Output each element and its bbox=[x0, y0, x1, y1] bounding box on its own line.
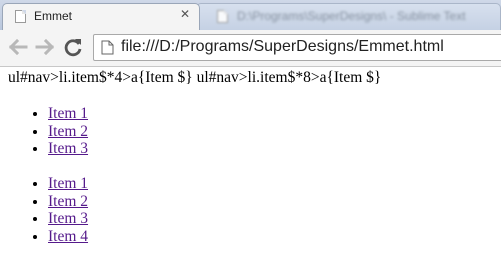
page-content: ul#nav>li.item$*4>a{Item $} ul#nav>li.it… bbox=[0, 67, 501, 258]
page-icon bbox=[15, 10, 26, 23]
tab-title: Emmet bbox=[34, 9, 73, 23]
item-link[interactable]: Item 2 bbox=[48, 193, 88, 210]
tab-active[interactable]: Emmet ✕ bbox=[2, 3, 200, 30]
tab-inactive[interactable]: D:\Programs\SuperDesigns\ - Sublime Text bbox=[196, 3, 501, 30]
back-arrow-icon bbox=[8, 38, 28, 56]
item-link[interactable]: Item 2 bbox=[48, 123, 88, 140]
item-link[interactable]: Item 4 bbox=[48, 228, 88, 245]
item-link[interactable]: Item 3 bbox=[48, 140, 88, 157]
item-link[interactable]: Item 1 bbox=[48, 175, 88, 192]
browser-toolbar: file:///D:/Programs/SuperDesigns/Emmet.h… bbox=[0, 30, 501, 67]
address-bar[interactable]: file:///D:/Programs/SuperDesigns/Emmet.h… bbox=[93, 34, 501, 61]
reload-button[interactable] bbox=[62, 36, 84, 58]
close-icon[interactable]: ✕ bbox=[180, 7, 190, 21]
url-text: file:///D:/Programs/SuperDesigns/Emmet.h… bbox=[121, 38, 444, 55]
tab-title: D:\Programs\SuperDesigns\ - Sublime Text bbox=[237, 9, 466, 23]
forward-button[interactable] bbox=[34, 36, 56, 58]
list-item: Item 4 bbox=[48, 228, 88, 246]
reload-icon bbox=[64, 39, 82, 57]
nav-list: Item 1 Item 2 Item 3 bbox=[0, 105, 88, 158]
list-item: Item 3 bbox=[48, 140, 88, 158]
list-item: Item 2 bbox=[48, 193, 88, 211]
page-icon bbox=[101, 40, 114, 55]
abbreviation-text: ul#nav>li.item$*4>a{Item $} ul#nav>li.it… bbox=[8, 69, 382, 86]
list-item: Item 1 bbox=[48, 175, 88, 193]
list-item: Item 1 bbox=[48, 105, 88, 123]
list-item: Item 3 bbox=[48, 210, 88, 228]
page-icon bbox=[217, 10, 228, 23]
nav-list: Item 1 Item 2 Item 3 Item 4 bbox=[0, 175, 88, 245]
forward-arrow-icon bbox=[35, 38, 55, 56]
item-link[interactable]: Item 3 bbox=[48, 210, 88, 227]
item-link[interactable]: Item 1 bbox=[48, 105, 88, 122]
tab-strip: D:\Programs\SuperDesigns\ - Sublime Text… bbox=[0, 0, 501, 30]
list-item: Item 2 bbox=[48, 123, 88, 141]
back-button[interactable] bbox=[7, 36, 29, 58]
